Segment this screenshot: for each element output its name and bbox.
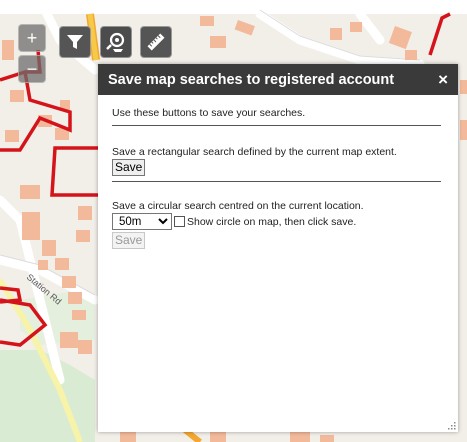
save-searches-panel: Save map searches to registered account … [98,64,458,432]
close-icon[interactable]: × [438,70,448,90]
show-circle-label: Show circle on map, then click save. [187,215,357,228]
search-location-icon [106,32,125,52]
divider [112,181,441,182]
rect-search-description: Save a rectangular search defined by the… [112,146,397,158]
circle-search-description: Save a circular search centred on the cu… [112,200,364,212]
zoom-in-button[interactable]: + [18,24,46,52]
plus-icon: + [26,27,38,48]
zoom-out-button[interactable]: − [18,55,46,83]
filter-button[interactable] [59,26,91,58]
ruler-icon [147,33,165,51]
save-rect-search-button[interactable]: Save [112,159,146,176]
measure-button[interactable] [140,26,172,58]
panel-header: Save map searches to registered account … [98,64,458,95]
panel-title: Save map searches to registered account [108,71,395,88]
intro-text: Use these buttons to save your searches. [112,107,306,119]
filter-icon [67,35,83,49]
radius-select[interactable]: 50m [112,213,172,230]
divider [112,125,441,126]
search-location-button[interactable] [100,26,132,58]
minus-icon: − [26,58,38,79]
show-circle-checkbox[interactable] [174,216,185,227]
circle-options-row: 50m Show circle on map, then click save. [112,213,444,230]
resize-handle-icon[interactable] [447,421,456,430]
save-circle-search-button[interactable]: Save [112,232,146,249]
panel-body: Use these buttons to save your searches.… [98,95,458,249]
